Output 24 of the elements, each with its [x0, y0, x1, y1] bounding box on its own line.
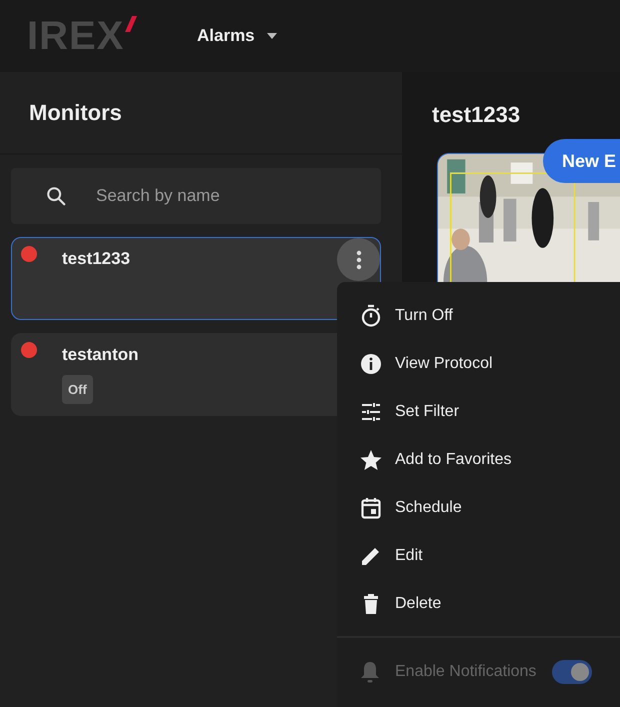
alarms-dropdown[interactable]: Alarms: [197, 26, 277, 46]
star-icon: [359, 448, 383, 472]
menu-item[interactable]: Schedule: [337, 484, 620, 532]
monitor-card[interactable]: test1233: [11, 237, 381, 320]
sliders-icon: [359, 400, 383, 424]
notifications-label: Enable Notifications: [395, 663, 536, 681]
monitor-name: testanton: [62, 345, 138, 365]
status-badge: Off: [62, 375, 93, 404]
search-field[interactable]: Search by name: [11, 168, 381, 224]
caret-icon: [266, 33, 277, 39]
monitor-title: test1233: [432, 102, 522, 128]
stopwatch-icon: [359, 304, 383, 328]
new-events-button[interactable]: New E: [543, 139, 620, 183]
search-icon: [45, 185, 67, 207]
info-icon: [359, 352, 383, 376]
monitor-name: test1233: [62, 249, 130, 269]
menu-item[interactable]: Delete: [337, 580, 620, 628]
more-icon: [356, 250, 362, 270]
calendar-icon: [359, 496, 383, 520]
logo-slash-icon: [125, 16, 138, 32]
menu-item[interactable]: Add to Favorites: [337, 436, 620, 484]
menu-item[interactable]: Edit: [337, 532, 620, 580]
sidebar-title: Monitors: [29, 100, 122, 126]
more-button[interactable]: [337, 238, 380, 281]
